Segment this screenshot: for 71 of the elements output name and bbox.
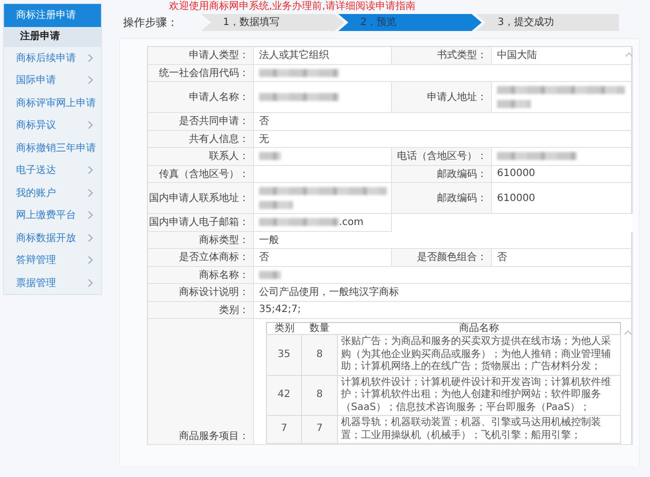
- field-label: 商标设计说明：: [148, 284, 254, 302]
- field-value: 35;42;7;: [254, 302, 633, 319]
- sidebar-item[interactable]: 商标后续申请: [4, 46, 101, 69]
- field-label: 国内申请人电子邮箱：: [148, 214, 254, 232]
- field-label: 邮政编码：: [392, 166, 492, 183]
- field-label: 联系人：: [148, 148, 254, 166]
- table-cell: 8: [302, 375, 338, 416]
- chevron-right-icon: [88, 256, 93, 264]
- field-label: 共有人信息：: [148, 130, 254, 148]
- table-cell: 7: [302, 416, 338, 444]
- chevron-right-icon: [88, 121, 93, 130]
- steps-label: 操作步骤：: [122, 15, 179, 30]
- sidebar-item[interactable]: 国际申请: [4, 69, 101, 92]
- step: 3，提交成功: [476, 14, 619, 31]
- field-label: 电话（含地区号）：: [392, 148, 492, 166]
- chevron-right-icon: [88, 54, 93, 62]
- table-cell: 计算机软件设计；计算机硬件设计和开发咨询；计算机软件维护；计算机软件出租；为他人创建和维护网站；软件即服务（SaaS）；信息技术咨询服务；平台即服务（PaaS）；: [338, 375, 620, 416]
- table-cell: 42: [266, 375, 302, 416]
- blurred-text: [259, 270, 281, 279]
- field-value: 610000: [492, 166, 633, 183]
- field-label: 书式类型：: [392, 47, 492, 64]
- field-value: 否: [492, 249, 633, 266]
- chevron-right-icon: [88, 278, 93, 287]
- table-cell: 8: [302, 334, 338, 375]
- sidebar-item[interactable]: 我的账户: [4, 182, 101, 204]
- sidebar-item[interactable]: 商标数据开放: [4, 226, 101, 249]
- blurred-text: [259, 201, 293, 209]
- sidebar-item[interactable]: 商标撤销三年申请: [4, 136, 101, 159]
- step: 1，数据填写: [201, 14, 344, 31]
- sidebar-item[interactable]: 商标异议: [4, 114, 101, 136]
- sidebar-item[interactable]: 商标评审网上申请: [4, 92, 101, 114]
- step: 2，预览: [338, 14, 482, 31]
- field-label: 是否立体商标：: [148, 249, 254, 266]
- field-label: 是否颜色组合：: [392, 249, 492, 266]
- sidebar-item[interactable]: 网上缴费平台: [4, 204, 101, 226]
- table-cell: 35: [266, 334, 302, 375]
- table-cell: 张贴广告；为商品和服务的买卖双方提供在线市场；为他人采购（为其他企业购买商品或服务）；为他人推销；商业管理辅助；计算机网络上的在线广告；货物展出；广告材料分发；: [338, 334, 620, 375]
- blurred-text: [497, 100, 531, 108]
- chevron-right-icon: [88, 166, 93, 174]
- field-label: 商标名称：: [148, 266, 254, 284]
- field-label: 商标类型：: [148, 232, 254, 249]
- field-value: 公司产品使用，一般纯汉字商标: [254, 284, 633, 302]
- chevron-right-icon: [88, 234, 93, 242]
- field-value: 否: [254, 113, 633, 130]
- scroll-up-icon[interactable]: [624, 330, 632, 335]
- field-label: 申请人地址：: [392, 82, 492, 113]
- field-label: 国内申请人联系地址：: [148, 183, 254, 214]
- table-cell: 机器导轨；机器联动装置；机器、引擎或马达用机械控制装置；工业用操纵机（机械手）；飞机引擎；船用引擎；: [338, 416, 620, 444]
- field-label: 统一社会信用代码：: [148, 64, 254, 82]
- field-label: 类别：: [148, 302, 254, 319]
- field-value: .com: [339, 216, 364, 228]
- sidebar-item[interactable]: 票据管理: [4, 272, 101, 294]
- column-header: 商品名称: [338, 322, 620, 334]
- table-cell: 7: [266, 416, 302, 444]
- scroll-up-icon[interactable]: [625, 52, 633, 57]
- field-label: 是否共同申请：: [148, 113, 254, 130]
- field-label: 传真（含地区号）：: [148, 166, 254, 183]
- sidebar-item[interactable]: 答辩管理: [4, 249, 101, 272]
- chevron-right-icon: [88, 188, 93, 197]
- field-label: 申请人类型：: [148, 47, 254, 64]
- field-label: 商品服务项目：: [148, 319, 254, 445]
- field-label: 邮政编码：: [392, 183, 492, 214]
- field-label: 申请人名称：: [148, 82, 254, 113]
- sidebar-subitem[interactable]: 注册申请: [4, 26, 101, 46]
- sidebar-item[interactable]: 商标注册申请: [4, 4, 101, 26]
- chevron-right-icon: [88, 211, 93, 220]
- sidebar-item[interactable]: 电子送达: [4, 159, 101, 182]
- notice-link[interactable]: 欢迎使用商标网申系统,业务办理前,请详细阅读申请指南: [169, 1, 416, 13]
- blurred-text: [259, 152, 281, 160]
- field-value: 中国大陆: [492, 47, 633, 64]
- chevron-right-icon: [88, 76, 93, 84]
